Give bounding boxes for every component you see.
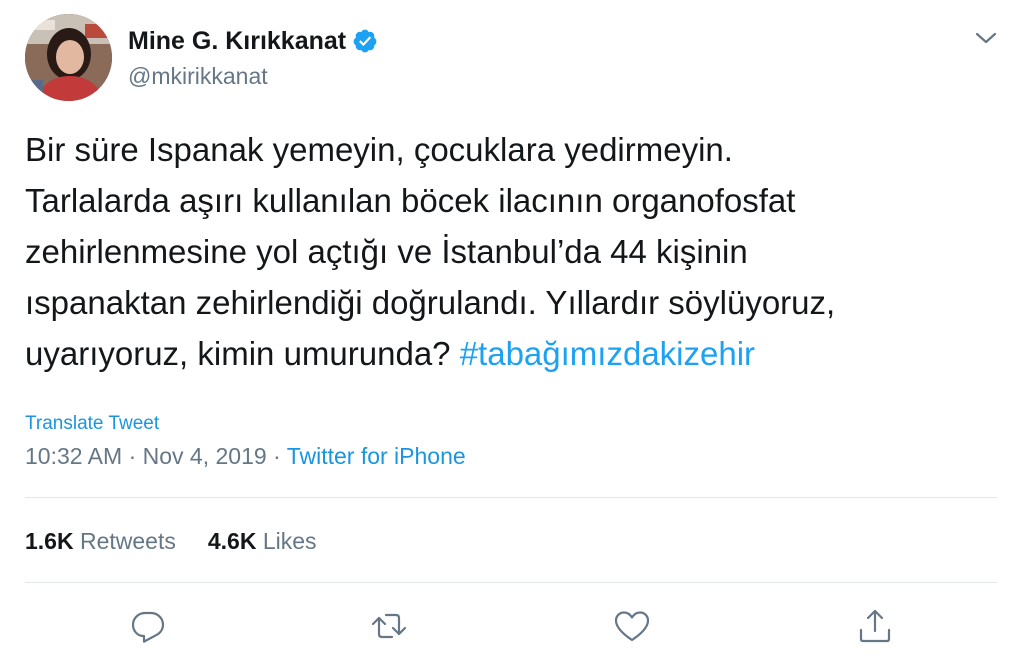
retweet-button[interactable] xyxy=(367,604,411,648)
author-handle[interactable]: @mkirikkanat xyxy=(128,62,268,90)
translate-tweet-link[interactable]: Translate Tweet xyxy=(25,412,159,436)
tweet-actions xyxy=(0,604,1024,648)
share-button[interactable] xyxy=(853,604,897,648)
divider xyxy=(25,582,997,583)
tweet-meta: 10:32 AM · Nov 4, 2019 · Twitter for iPh… xyxy=(25,441,466,471)
tweet-stats: 1.6K Retweets 4.6K Likes xyxy=(25,526,317,556)
retweets-count: 1.6K xyxy=(25,528,74,554)
retweets-label: Retweets xyxy=(79,528,176,554)
more-options-button[interactable] xyxy=(970,24,1002,52)
likes-stat[interactable]: 4.6K Likes xyxy=(208,526,317,556)
meta-separator: · xyxy=(266,443,287,469)
like-button[interactable] xyxy=(610,604,654,648)
divider xyxy=(25,497,997,498)
reply-button[interactable] xyxy=(126,604,170,648)
retweets-stat[interactable]: 1.6K Retweets xyxy=(25,526,176,556)
author-display-name-row[interactable]: Mine G. Kırıkkanat xyxy=(128,26,378,56)
reply-icon xyxy=(131,611,165,643)
tweet-source-link[interactable]: Twitter for iPhone xyxy=(287,443,466,469)
heart-icon xyxy=(614,611,650,642)
chevron-down-icon xyxy=(975,32,997,44)
hashtag-link[interactable]: #tabağımızdakizehir xyxy=(460,335,755,372)
share-icon xyxy=(859,609,891,643)
tweet-text: Bir süre Ispanak yemeyin, çocuklara yedi… xyxy=(25,124,1000,379)
author-display-name[interactable]: Mine G. Kırıkkanat xyxy=(128,26,346,56)
tweet-card: Mine G. Kırıkkanat @mkirikkanat Bir süre… xyxy=(0,0,1024,663)
meta-separator: · xyxy=(122,443,143,469)
verified-badge-icon xyxy=(353,29,377,53)
tweet-date[interactable]: Nov 4, 2019 xyxy=(143,443,267,469)
likes-count: 4.6K xyxy=(207,528,257,554)
retweet-icon xyxy=(371,613,407,639)
tweet-time[interactable]: 10:32 AM xyxy=(25,443,122,469)
profile-photo-icon xyxy=(25,14,112,101)
avatar[interactable] xyxy=(25,14,112,101)
likes-label: Likes xyxy=(262,528,317,554)
